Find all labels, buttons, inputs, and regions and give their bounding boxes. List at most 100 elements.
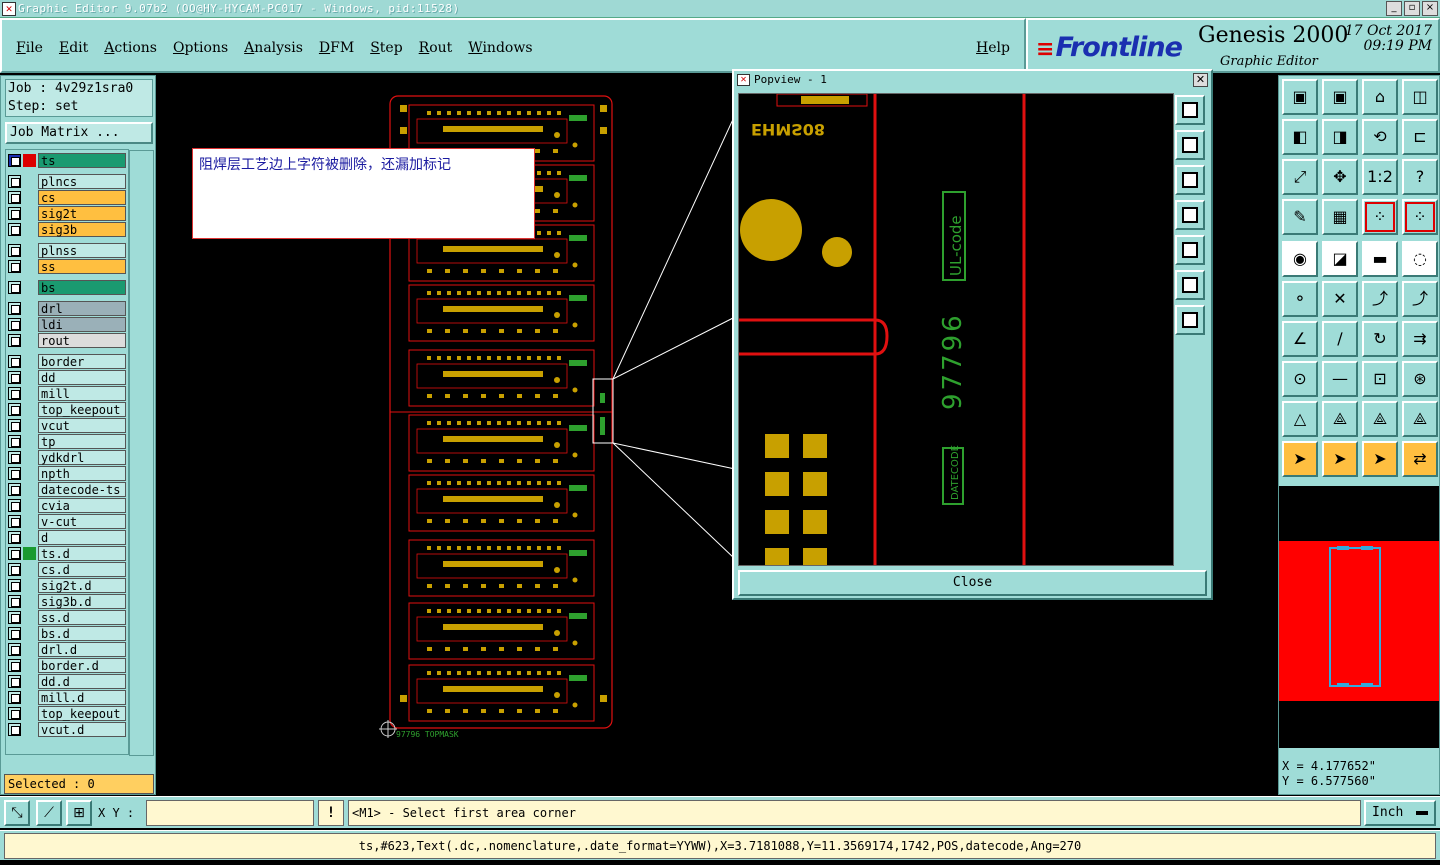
- popview-close-icon[interactable]: ✕: [1193, 73, 1208, 87]
- scale-icon[interactable]: 1:2: [1362, 159, 1398, 195]
- layer-row[interactable]: npth: [8, 466, 126, 481]
- layer-row[interactable]: ydkdrl: [8, 450, 126, 465]
- popview-zoom-out-icon[interactable]: [1175, 305, 1205, 335]
- pan-left-icon[interactable]: ◧: [1282, 119, 1318, 155]
- layer-checkbox[interactable]: [8, 318, 21, 331]
- layer-checkbox[interactable]: [8, 334, 21, 347]
- layer-row[interactable]: sig3b: [8, 222, 126, 237]
- units-select[interactable]: Inch: [1364, 800, 1436, 826]
- layer-row[interactable]: bs: [8, 280, 126, 295]
- layer-checkbox[interactable]: [8, 499, 21, 512]
- menu-analysis[interactable]: Analysis: [244, 40, 303, 56]
- popview-pan-up-icon[interactable]: [1175, 130, 1205, 160]
- layer-row[interactable]: vcut: [8, 418, 126, 433]
- layer-row[interactable]: ts.d: [8, 546, 126, 561]
- layer-row[interactable]: border: [8, 354, 126, 369]
- layer-checkbox[interactable]: [8, 355, 21, 368]
- fit-icon[interactable]: ⤢: [1282, 159, 1318, 195]
- line-add-icon[interactable]: —: [1322, 361, 1358, 397]
- layer-row[interactable]: v-cut: [8, 514, 126, 529]
- layer-checkbox[interactable]: [8, 154, 21, 167]
- close-window-button[interactable]: ×: [1422, 1, 1438, 16]
- layer-checkbox[interactable]: [8, 707, 21, 720]
- layer-checkbox[interactable]: [8, 531, 21, 544]
- help-icon[interactable]: ?: [1402, 159, 1438, 195]
- mirror-icon[interactable]: ⇉: [1402, 321, 1438, 357]
- layer-row[interactable]: plncs: [8, 174, 126, 189]
- menu-rout[interactable]: Rout: [419, 40, 453, 56]
- popview-titlebar[interactable]: ✕ Popview - 1: [734, 71, 1211, 89]
- route-icon[interactable]: ⇄: [1402, 441, 1438, 477]
- layer-checkbox[interactable]: [8, 595, 21, 608]
- layer-checkbox[interactable]: [8, 191, 21, 204]
- measure-icon[interactable]: ⊡: [1362, 361, 1398, 397]
- snap-icon[interactable]: ⟋: [36, 800, 62, 826]
- layer-row[interactable]: datecode-ts: [8, 482, 126, 497]
- draw-icon[interactable]: ✎: [1282, 199, 1318, 235]
- layer-row[interactable]: tp: [8, 434, 126, 449]
- popview-close-button[interactable]: Close: [738, 570, 1207, 596]
- menu-help[interactable]: Help: [976, 40, 1010, 56]
- layer-row[interactable]: cvia: [8, 498, 126, 513]
- layer-row[interactable]: cs: [8, 190, 126, 205]
- layer-row[interactable]: top_keepout: [8, 402, 126, 417]
- ruler-icon[interactable]: ▬: [1362, 241, 1398, 277]
- layers-a-icon[interactable]: ⁘: [1362, 199, 1398, 235]
- snap-circle-icon[interactable]: ◌: [1402, 241, 1438, 277]
- layer-checkbox[interactable]: [8, 675, 21, 688]
- layer-checkbox[interactable]: [8, 207, 21, 220]
- move-icon[interactable]: ⤴: [1362, 281, 1398, 317]
- layers-b-icon[interactable]: ⁘: [1402, 199, 1438, 235]
- pointer-box-icon[interactable]: ➤: [1322, 441, 1358, 477]
- layer-row[interactable]: ss.d: [8, 610, 126, 625]
- home-icon[interactable]: ⌂: [1362, 79, 1398, 115]
- layer-row[interactable]: rout: [8, 333, 126, 348]
- select-pad-icon[interactable]: ◉: [1282, 241, 1318, 277]
- popview-zoom-fit-icon[interactable]: [1175, 95, 1205, 125]
- resize-icon[interactable]: ⤡: [4, 800, 30, 826]
- grid-view-icon[interactable]: ▦: [1322, 199, 1358, 235]
- layer-checkbox[interactable]: [8, 579, 21, 592]
- popview-pan-left-icon[interactable]: [1175, 200, 1205, 230]
- angle-icon[interactable]: ∠: [1282, 321, 1318, 357]
- layer-row[interactable]: ss: [8, 259, 126, 274]
- title-bar[interactable]: ✕ Graphic Editor 9.07b2 (OO@HY-HYCAM-PC0…: [0, 0, 1440, 18]
- menu-actions[interactable]: Actions: [104, 40, 157, 56]
- menu-file[interactable]: File: [16, 40, 43, 56]
- layer-list-scrollbar[interactable]: [129, 150, 154, 756]
- clip-icon[interactable]: ⊏: [1402, 119, 1438, 155]
- layer-row[interactable]: top_keepout: [8, 706, 126, 721]
- menu-options[interactable]: Options: [173, 40, 228, 56]
- delete-icon[interactable]: ✕: [1322, 281, 1358, 317]
- layer-row[interactable]: ldi: [8, 317, 126, 332]
- menu-step[interactable]: Step: [370, 40, 402, 56]
- grid-icon[interactable]: ⊞: [66, 800, 92, 826]
- pointer-icon[interactable]: ➤: [1282, 441, 1318, 477]
- layer-checkbox[interactable]: [8, 515, 21, 528]
- layer-checkbox[interactable]: [8, 611, 21, 624]
- layer-row[interactable]: sig2t: [8, 206, 126, 221]
- layer-checkbox[interactable]: [8, 643, 21, 656]
- menu-dfm[interactable]: DFM: [319, 40, 354, 56]
- layer-checkbox[interactable]: [8, 547, 21, 560]
- layer-checkbox[interactable]: [8, 302, 21, 315]
- popview-pan-down-icon[interactable]: [1175, 165, 1205, 195]
- maximize-button[interactable]: ▫: [1404, 1, 1420, 16]
- layer-row[interactable]: sig3b.d: [8, 594, 126, 609]
- layer-row[interactable]: border.d: [8, 658, 126, 673]
- layer-checkbox[interactable]: [8, 419, 21, 432]
- popview-pan-right-icon[interactable]: [1175, 235, 1205, 265]
- line-icon[interactable]: ∕: [1322, 321, 1358, 357]
- pan-icon[interactable]: ✥: [1322, 159, 1358, 195]
- layer-checkbox[interactable]: [8, 467, 21, 480]
- layer-row[interactable]: mill.d: [8, 690, 126, 705]
- menu-edit[interactable]: Edit: [59, 40, 88, 56]
- copy-icon[interactable]: ⤴: [1402, 281, 1438, 317]
- minimap[interactable]: [1279, 486, 1439, 748]
- connect-icon[interactable]: ⚬: [1282, 281, 1318, 317]
- layer-row[interactable]: drl.d: [8, 642, 126, 657]
- layer-checkbox[interactable]: [8, 223, 21, 236]
- layer-checkbox[interactable]: [8, 435, 21, 448]
- triangle-a-icon[interactable]: △: [1282, 401, 1318, 437]
- layer-checkbox[interactable]: [8, 451, 21, 464]
